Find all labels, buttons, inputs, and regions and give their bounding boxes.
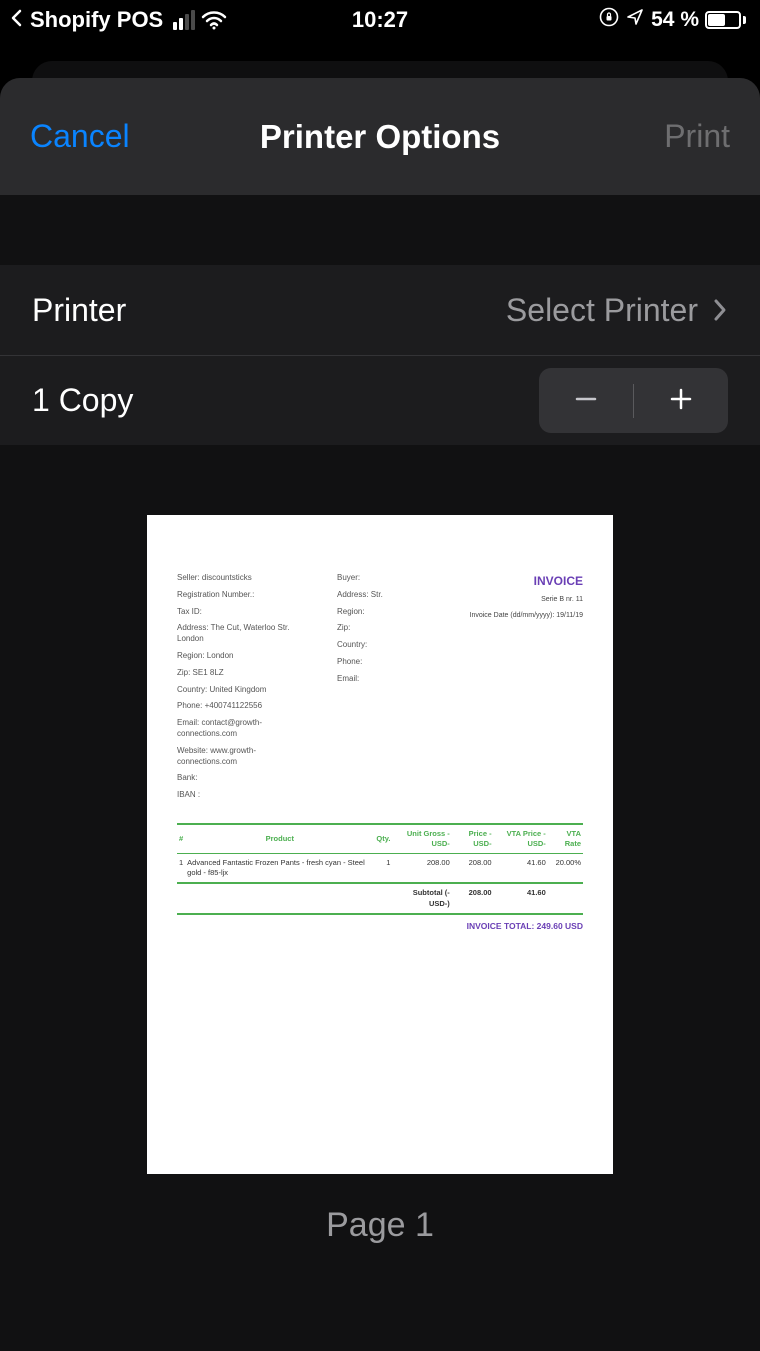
printer-label: Printer [32,292,126,329]
seller-line: Region: London [177,651,307,662]
invoice-header-block: INVOICE Serie B nr. 11 Invoice Date (dd/… [447,573,583,801]
plus-icon [667,378,695,423]
table-row: 1 Advanced Fantastic Frozen Pants - fres… [177,854,583,884]
print-preview: Seller: discountsticks Registration Numb… [0,445,760,1315]
printer-row[interactable]: Printer Select Printer [0,265,760,355]
subtotal-price: 208.00 [452,883,494,913]
th-vtap: VTA Price -USD- [494,824,548,854]
seller-line: IBAN : [177,790,307,801]
seller-line: Registration Number.: [177,590,307,601]
seller-line: Zip: SE1 8LZ [177,668,307,679]
decrement-button[interactable] [539,368,633,433]
buyer-line: Country: [337,640,417,651]
invoice-date: Invoice Date (dd/mm/yyyy): 19/11/19 [447,611,583,620]
cancel-button[interactable]: Cancel [30,118,130,155]
seller-line: Tax ID: [177,607,307,618]
th-ug: Unit Gross -USD- [392,824,451,854]
invoice-serie: Serie B nr. 11 [447,595,583,604]
preview-page-1[interactable]: Seller: discountsticks Registration Numb… [147,515,613,1174]
buyer-line: Buyer: [337,573,417,584]
seller-line: Address: The Cut, Waterloo Str. London [177,623,307,645]
buyer-line: Address: Str. [337,590,417,601]
seller-line: Website: www.growth-connections.com [177,746,307,768]
invoice-total: INVOICE TOTAL: 249.60 USD [177,915,583,932]
battery-icon [705,11,746,29]
subtotal-row: Subtotal (-USD-) 208.00 41.60 [177,883,583,913]
copies-label: 1 Copy [32,382,133,419]
print-button[interactable]: Print [664,118,730,155]
td-price: 208.00 [452,854,494,884]
invoice-line-items: # Product Qty. Unit Gross -USD- Price -U… [177,823,583,915]
chevron-right-icon [712,297,728,323]
nav-bar: Cancel Printer Options Print [0,78,760,195]
seller-line: Bank: [177,773,307,784]
section-spacer [0,195,760,265]
clock: 10:27 [352,7,408,33]
status-bar: Shopify POS 10:27 54 % [0,0,760,40]
seller-line: Email: contact@growth-connections.com [177,718,307,740]
td-ug: 208.00 [392,854,451,884]
seller-line: Country: United Kingdom [177,685,307,696]
td-vtap: 41.60 [494,854,548,884]
seller-line: Seller: discountsticks [177,573,307,584]
buyer-line: Region: [337,607,417,618]
td-vtar: 20.00% [548,854,583,884]
copies-stepper [539,368,728,433]
back-to-app-chevron-icon[interactable] [10,7,24,33]
invoice-title: INVOICE [447,573,583,589]
location-icon [625,7,645,33]
buyer-line: Phone: [337,657,417,668]
cellular-signal-icon [173,10,195,30]
buyer-line: Zip: [337,623,417,634]
th-qty: Qty. [374,824,392,854]
orientation-lock-icon [599,7,619,33]
th-vtar: VTA Rate [548,824,583,854]
page-title: Printer Options [260,118,500,156]
copies-row: 1 Copy [0,355,760,445]
th-price: Price -USD- [452,824,494,854]
seller-line: Phone: +400741122556 [177,701,307,712]
battery-percent: 54 % [651,8,699,32]
td-prod: Advanced Fantastic Frozen Pants - fresh … [185,854,374,884]
buyer-line: Email: [337,674,417,685]
increment-button[interactable] [634,368,728,433]
printer-value: Select Printer [506,292,698,329]
printer-options-sheet: Cancel Printer Options Print Printer Sel… [0,78,760,1351]
minus-icon [572,378,600,423]
td-qty: 1 [374,854,392,884]
invoice-buyer-block: Buyer: Address: Str. Region: Zip: Countr… [337,573,417,801]
th-num: # [177,824,185,854]
back-to-app-label[interactable]: Shopify POS [30,7,163,33]
page-number-label: Page 1 [326,1206,434,1245]
th-prod: Product [185,824,374,854]
subtotal-vtap: 41.60 [494,883,548,913]
td-num: 1 [177,854,185,884]
subtotal-label: Subtotal (-USD-) [392,883,451,913]
wifi-icon [201,10,227,30]
invoice-seller-block: Seller: discountsticks Registration Numb… [177,573,307,801]
